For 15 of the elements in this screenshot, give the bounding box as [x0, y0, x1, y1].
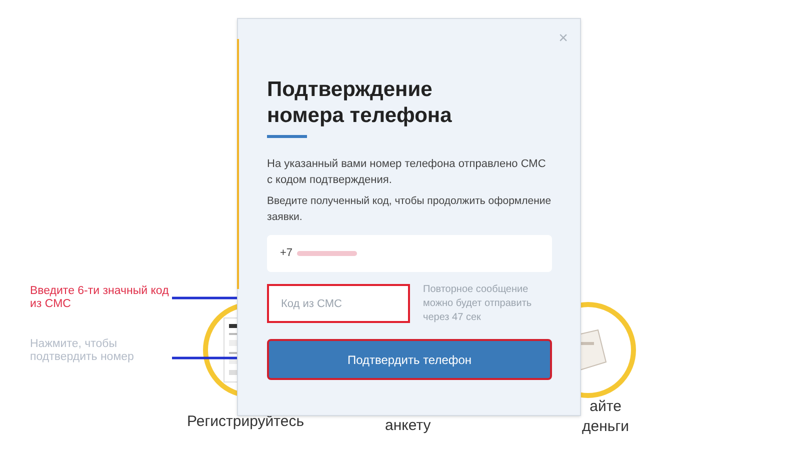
- step-label: айте деньги: [582, 397, 630, 437]
- resend-hint: Повторное сообщение можно будет отправить через 47 сек: [423, 283, 533, 325]
- code-field[interactable]: Код из СМС: [267, 284, 410, 323]
- modal-title: Подтверждение номера телефона: [267, 77, 453, 129]
- instruction-text: Введите полученный код, чтобы продолжить оформление заявки.: [267, 194, 552, 225]
- message-text: На указанный вами номер телефона отправлено СМС с кодом подтверждения.: [267, 157, 547, 188]
- blurred-number: [296, 251, 357, 256]
- phone-field[interactable]: +7: [267, 235, 552, 272]
- title-underline: [267, 135, 307, 138]
- annotation-text: Нажмите, чтобы подтвердить номер: [30, 338, 135, 364]
- phone-value: +7: [280, 246, 293, 262]
- confirm-phone-button[interactable]: Подтвердить телефон: [267, 339, 552, 380]
- annotation-text: Введите 6-ти значный код из СМС: [30, 285, 170, 311]
- step-label: Регистрируйтесь: [187, 412, 304, 432]
- step-label: анкету: [385, 416, 431, 436]
